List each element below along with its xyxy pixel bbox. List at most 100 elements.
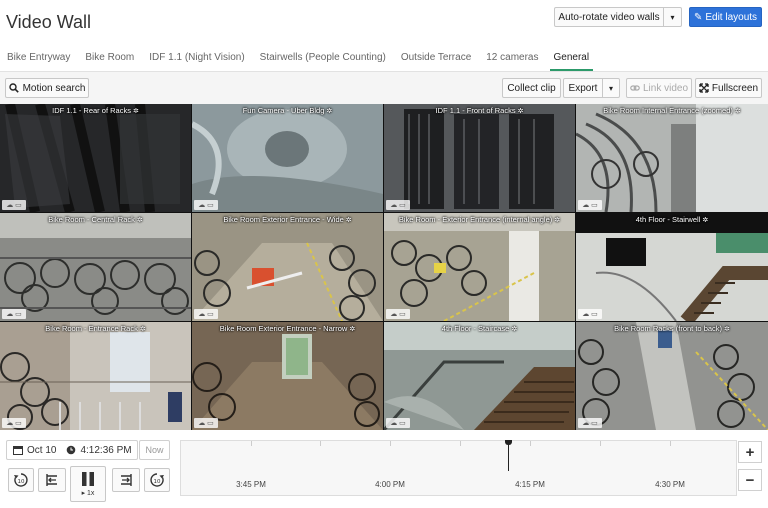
zoom-out-button[interactable]: − — [738, 469, 762, 491]
camera-tile[interactable]: Bike Room Racks (front to back) ✲ ☁ ▭ — [576, 322, 768, 430]
camera-tile[interactable]: Bike Room Exterior Entrance - Wide ✲ ☁ ▭ — [192, 213, 383, 321]
camera-tile[interactable]: IDF 1.1 - Rear of Racks ✲ ☁ ▭ — [0, 104, 191, 212]
date-time-picker[interactable]: Oct 10 4:12:36 PM — [6, 440, 138, 460]
gear-icon[interactable]: ✲ — [349, 326, 355, 333]
export-button[interactable]: Export — [563, 78, 603, 98]
expand-icon — [699, 83, 709, 93]
timeline-tick — [390, 441, 391, 446]
chevron-down-icon: ▾ — [608, 83, 613, 93]
timeline-playhead[interactable] — [508, 441, 509, 471]
gear-icon[interactable]: ✲ — [137, 217, 143, 224]
edit-layouts-label: Edit layouts — [705, 11, 758, 23]
camera-status-badge: ☁ ▭ — [2, 309, 26, 319]
playback-controls: Oct 10 4:12:36 PM Now 10 ▸ 1x 10 3:45 PM… — [0, 430, 768, 508]
timeline-tick — [600, 441, 601, 446]
camera-title: Bike Room - Central Rack — [48, 215, 135, 224]
timeline-scrubber[interactable]: 3:45 PM 4:00 PM 4:15 PM 4:30 PM — [180, 440, 737, 496]
forward-10-icon: 10 — [150, 473, 164, 487]
date-value: Oct 10 — [27, 444, 57, 456]
gear-icon[interactable]: ✲ — [140, 326, 146, 333]
svg-text:10: 10 — [18, 479, 25, 485]
gear-icon[interactable]: ✲ — [702, 217, 708, 224]
auto-rotate-button[interactable]: Auto-rotate video walls — [554, 7, 664, 27]
tab-outside-terrace[interactable]: Outside Terrace — [401, 44, 471, 71]
camera-feed-image — [0, 322, 191, 430]
camera-tile[interactable]: Bike Room - Central Rack ✲ ☁ ▭ — [0, 213, 191, 321]
camera-tile[interactable]: Bike Room Internal Entrance (zoomed) ✲ ☁ … — [576, 104, 768, 212]
timeline-playhead-handle[interactable] — [505, 440, 512, 445]
chevron-down-icon: ▾ — [670, 12, 675, 22]
forward-10-button[interactable]: 10 — [144, 468, 170, 492]
link-icon — [630, 85, 640, 91]
camera-tile[interactable]: Fun Camera - Uber Bldg ✲ ☁ ▭ — [192, 104, 383, 212]
gear-icon[interactable]: ✲ — [518, 108, 524, 115]
rewind-10-button[interactable]: 10 — [8, 468, 34, 492]
camera-status-badge: ☁ ▭ — [386, 200, 410, 210]
timeline-tick — [251, 441, 252, 446]
camera-status-badge: ☁ ▭ — [386, 418, 410, 428]
pause-button[interactable]: ▸ 1x — [70, 466, 106, 502]
gear-icon[interactable]: ✲ — [511, 326, 517, 333]
camera-status-badge: ☁ ▭ — [194, 200, 218, 210]
timeline-tick — [530, 441, 531, 446]
motion-search-button[interactable]: Motion search — [5, 78, 89, 98]
camera-feed-image — [0, 213, 191, 321]
camera-title: Bike Room Internal Entrance (zoomed) — [603, 106, 733, 115]
fullscreen-label: Fullscreen — [711, 82, 759, 94]
camera-tile[interactable]: Bike Room - Entrance Rack ✲ ☁ ▭ — [0, 322, 191, 430]
step-back-button[interactable] — [38, 468, 66, 492]
search-icon — [8, 83, 19, 93]
auto-rotate-dropdown-button[interactable]: ▾ — [664, 7, 682, 27]
edit-layouts-button[interactable]: ✎ Edit layouts — [689, 7, 762, 27]
camera-feed-image — [576, 104, 768, 212]
camera-tile[interactable]: 4th Floor - Stairwell ✲ ☁ ▭ — [576, 213, 768, 321]
camera-status-badge: ☁ ▭ — [578, 309, 602, 319]
camera-title: Bike Room Racks (front to back) — [614, 324, 723, 333]
timeline-tick — [460, 441, 461, 446]
zoom-in-button[interactable]: + — [738, 441, 762, 463]
tab-stairwells[interactable]: Stairwells (People Counting) — [260, 44, 386, 71]
tab-bike-room[interactable]: Bike Room — [85, 44, 134, 71]
tab-idf-night-vision[interactable]: IDF 1.1 (Night Vision) — [149, 44, 244, 71]
header: Video Wall Auto-rotate video walls ▾ ✎ E… — [0, 0, 768, 44]
camera-feed-image — [192, 104, 383, 212]
step-forward-button[interactable] — [112, 468, 140, 492]
camera-title: IDF 1.1 - Front of Racks — [435, 106, 516, 115]
camera-tile[interactable]: Bike Room - Exterior Entrance (internal … — [384, 213, 575, 321]
collect-clip-button[interactable]: Collect clip — [502, 78, 561, 98]
fullscreen-button[interactable]: Fullscreen — [695, 78, 762, 98]
camera-tile[interactable]: 4th Floor - Staircase ✲ ☁ ▭ — [384, 322, 575, 430]
camera-status-badge: ☁ ▭ — [578, 200, 602, 210]
export-dropdown-button[interactable]: ▾ — [603, 78, 620, 98]
gear-icon[interactable]: ✲ — [735, 108, 741, 115]
link-video-label: Link video — [642, 82, 689, 94]
now-button[interactable]: Now — [139, 440, 170, 460]
calendar-icon — [13, 446, 23, 455]
motion-search-label: Motion search — [22, 82, 86, 94]
link-video-button[interactable]: Link video — [626, 78, 692, 98]
playback-speed: ▸ 1x — [81, 490, 95, 497]
pencil-icon: ✎ — [693, 11, 703, 23]
camera-status-badge: ☁ ▭ — [2, 418, 26, 428]
camera-title: Bike Room - Entrance Rack — [45, 324, 138, 333]
camera-status-badge: ☁ ▭ — [194, 418, 218, 428]
gear-icon[interactable]: ✲ — [554, 217, 560, 224]
svg-text:10: 10 — [154, 479, 161, 485]
camera-title: Bike Room - Exterior Entrance (internal … — [398, 215, 553, 224]
camera-tile[interactable]: IDF 1.1 - Front of Racks ✲ ☁ ▭ — [384, 104, 575, 212]
gear-icon[interactable]: ✲ — [724, 326, 730, 333]
gear-icon[interactable]: ✲ — [346, 217, 352, 224]
tab-bike-entryway[interactable]: Bike Entryway — [7, 44, 70, 71]
gear-icon[interactable]: ✲ — [133, 108, 139, 115]
camera-feed-image — [576, 322, 768, 430]
timeline-label: 4:15 PM — [515, 480, 545, 489]
tab-12-cameras[interactable]: 12 cameras — [486, 44, 538, 71]
camera-feed-image — [576, 213, 768, 321]
gear-icon[interactable]: ✲ — [326, 108, 332, 115]
camera-status-badge: ☁ ▭ — [194, 309, 218, 319]
pause-icon — [82, 472, 94, 486]
timeline-tick — [670, 441, 671, 446]
tab-general[interactable]: General — [549, 44, 594, 71]
camera-tile[interactable]: Bike Room Exterior Entrance - Narrow ✲ ☁ … — [192, 322, 383, 430]
camera-title: Fun Camera - Uber Bldg — [242, 106, 325, 115]
